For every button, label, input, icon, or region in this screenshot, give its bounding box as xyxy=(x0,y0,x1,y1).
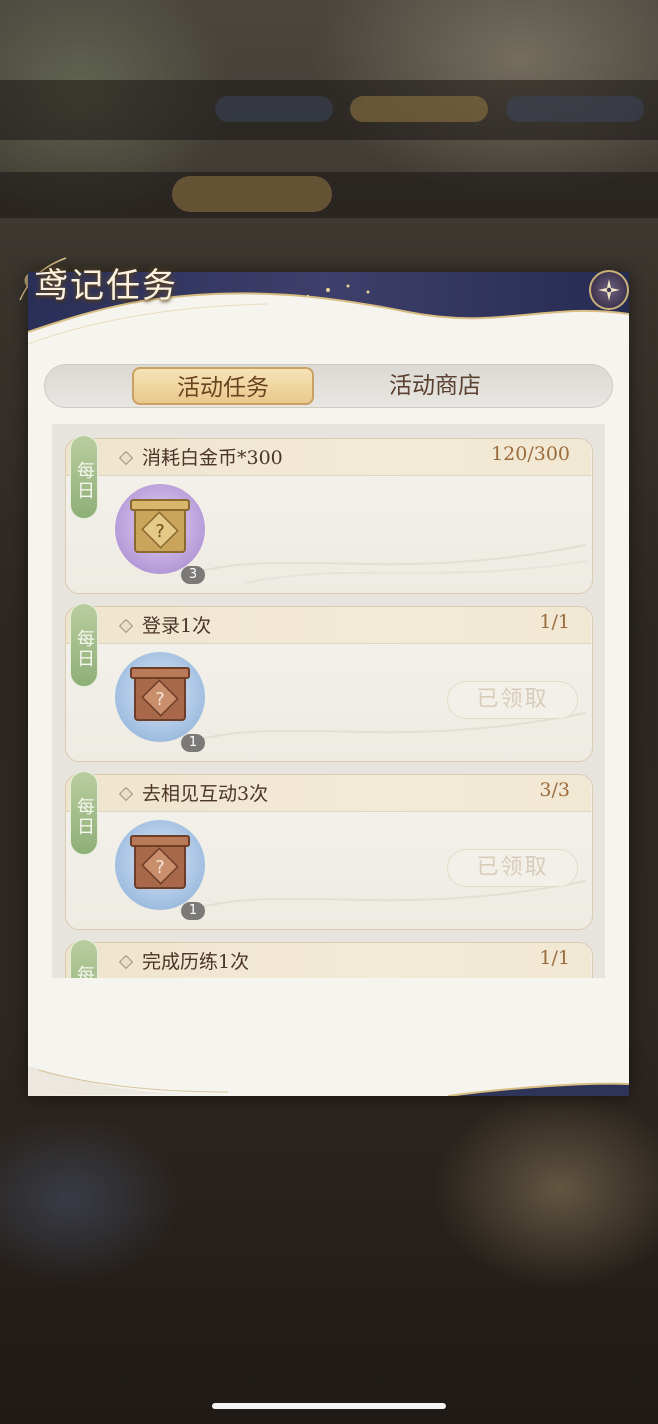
svg-text:?: ? xyxy=(155,521,165,542)
reward-item[interactable]: ? xyxy=(115,652,205,742)
task-progress: 1/1 xyxy=(539,947,570,969)
reward-item[interactable]: ? xyxy=(115,484,205,574)
compass-star-icon xyxy=(598,279,620,301)
card-wave-decoration xyxy=(186,544,586,584)
reward-item[interactable]: ? xyxy=(115,820,205,910)
mystery-chest-icon: ? xyxy=(130,835,190,889)
svg-text:?: ? xyxy=(155,857,165,878)
panel-title: 鸢记任务 xyxy=(34,266,178,306)
mystery-chest-icon: ? xyxy=(130,667,190,721)
reward-quantity-badge: 1 xyxy=(181,902,205,920)
mystery-chest-icon: ? xyxy=(130,499,190,553)
svg-text:?: ? xyxy=(155,689,165,710)
daily-tag: 每日 xyxy=(70,603,98,687)
task-card: 登录1次 1/1 每日 ? 1 已领取 xyxy=(65,603,593,762)
tab-activity-tasks[interactable]: 活动任务 xyxy=(132,367,314,405)
daily-tag: 每日 xyxy=(70,435,98,519)
task-name: 消耗白金币*300 xyxy=(142,447,283,469)
task-name: 登录1次 xyxy=(142,615,212,637)
tab-bar xyxy=(44,364,613,408)
panel-bottom-decoration xyxy=(28,1066,629,1096)
task-card: 消耗白金币*300 120/300 每日 ? 3 xyxy=(65,435,593,594)
reward-quantity-badge: 3 xyxy=(181,566,205,584)
background-pill xyxy=(350,96,488,122)
task-list[interactable]: 消耗白金币*300 120/300 每日 ? 3 登录1次 1/1 每日 ? 1… xyxy=(52,424,605,978)
background-tab xyxy=(172,176,332,212)
claimed-button[interactable]: 已领取 xyxy=(447,849,578,887)
task-card: 去相见互动3次 3/3 每日 ? 1 已领取 xyxy=(65,771,593,930)
task-card: 完成历练1次 1/1 每日 xyxy=(65,939,593,978)
claimed-button[interactable]: 已领取 xyxy=(447,681,578,719)
close-button[interactable] xyxy=(589,270,629,310)
task-name: 完成历练1次 xyxy=(142,951,250,973)
task-name: 去相见互动3次 xyxy=(142,783,269,805)
home-indicator[interactable] xyxy=(212,1403,446,1409)
task-progress: 3/3 xyxy=(539,779,570,801)
daily-tag: 每日 xyxy=(70,771,98,855)
task-progress: 120/300 xyxy=(491,443,570,465)
tab-activity-shop[interactable]: 活动商店 xyxy=(360,367,510,405)
task-progress: 1/1 xyxy=(539,611,570,633)
daily-tag: 每日 xyxy=(70,939,98,978)
reward-quantity-badge: 1 xyxy=(181,734,205,752)
background-pill xyxy=(215,96,333,122)
background-pill xyxy=(506,96,644,122)
